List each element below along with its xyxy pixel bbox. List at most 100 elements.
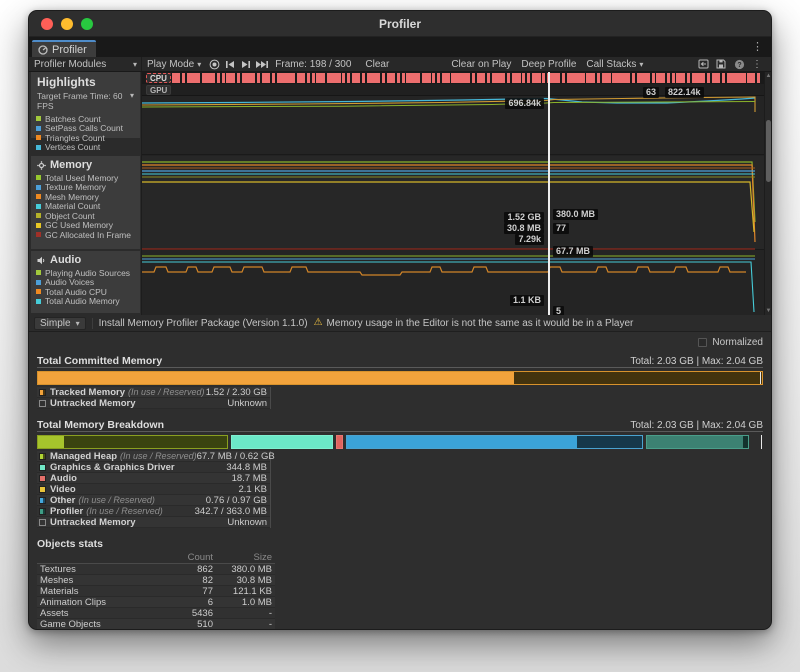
module-card-audio[interactable]: Audio Playing Audio Sources Audio Voices… bbox=[31, 251, 140, 313]
module-title-audio: Audio bbox=[36, 253, 140, 268]
svg-text:?: ? bbox=[737, 62, 741, 69]
table-row-assets[interactable]: Assets5436- bbox=[37, 608, 275, 619]
committed-memory-bar[interactable] bbox=[37, 371, 763, 385]
annotation-gc-used: 67.7 MB bbox=[553, 246, 593, 257]
legend-item[interactable]: SetPass Calls Count bbox=[36, 124, 140, 134]
profiler-modules-label: Profiler Modules bbox=[34, 59, 106, 70]
legend-swatch bbox=[36, 116, 41, 121]
legend-item[interactable]: Object Count bbox=[36, 211, 140, 221]
legend-item[interactable]: Triangles Count bbox=[36, 133, 140, 143]
table-row-animation-clips[interactable]: Animation Clips61.0 MB bbox=[37, 597, 275, 608]
objects-stats-title: Objects stats bbox=[37, 538, 275, 552]
module-card-highlights[interactable]: Highlights Target Frame Time: 60 FPS ▾ B… bbox=[31, 72, 140, 138]
current-frame-button[interactable] bbox=[254, 57, 270, 71]
legend-item[interactable]: GC Used Memory bbox=[36, 221, 140, 231]
memory-details-panel: Normalized Total Committed Memory Total:… bbox=[29, 332, 771, 630]
legend-item[interactable]: Material Count bbox=[36, 202, 140, 212]
legend-row-untracked[interactable]: Untracked Memory Unknown bbox=[37, 517, 270, 528]
next-frame-button[interactable] bbox=[238, 57, 254, 71]
segment-graphics[interactable] bbox=[231, 435, 333, 449]
legend-item[interactable]: Vertices Count bbox=[36, 143, 140, 153]
annotation-object-count: 7.29k bbox=[515, 234, 544, 245]
tracked-swatch bbox=[39, 389, 46, 396]
tab-menu-icon[interactable]: ⋮ bbox=[752, 40, 763, 53]
save-profile-icon[interactable] bbox=[713, 59, 729, 69]
segment-other[interactable] bbox=[346, 435, 643, 449]
legend-item[interactable]: GC Allocated In Frame bbox=[36, 230, 140, 240]
legend-item[interactable]: Mesh Memory bbox=[36, 192, 140, 202]
legend-item[interactable]: Total Audio Memory bbox=[36, 297, 140, 307]
target-frame-time-dropdown[interactable]: Target Frame Time: 60 FPS ▾ bbox=[36, 91, 140, 114]
legend-item[interactable]: Batches Count bbox=[36, 114, 140, 124]
committed-legend: Tracked Memory (In use / Reserved) 1.52 … bbox=[37, 387, 271, 409]
module-card-memory[interactable]: Memory Total Used Memory Texture Memory … bbox=[31, 156, 140, 249]
annotation-material-count: 77 bbox=[553, 223, 569, 234]
segment-audio[interactable] bbox=[336, 435, 343, 449]
install-memory-profiler-link[interactable]: Install Memory Profiler Package (Version… bbox=[99, 318, 308, 329]
legend-swatch bbox=[36, 280, 41, 285]
warning-icon: ⚠ bbox=[314, 318, 323, 328]
profiler-modules-dropdown[interactable]: Profiler Modules ▾ bbox=[29, 57, 142, 71]
chart-lines bbox=[142, 72, 759, 315]
committed-section-header: Total Committed Memory Total: 2.03 GB | … bbox=[37, 353, 763, 368]
profiler-gauge-icon bbox=[38, 45, 48, 55]
tab-label: Profiler bbox=[52, 44, 87, 56]
legend-swatch bbox=[36, 232, 41, 237]
clear-button[interactable]: Clear bbox=[360, 57, 394, 71]
play-mode-dropdown[interactable]: Play Mode ▾ bbox=[142, 57, 206, 71]
normalized-label: Normalized bbox=[712, 337, 763, 348]
record-button[interactable] bbox=[206, 57, 222, 71]
legend-item[interactable]: Total Audio CPU bbox=[36, 287, 140, 297]
scrollbar-thumb[interactable] bbox=[766, 120, 771, 182]
breakdown-section-header: Total Memory Breakdown Total: 2.03 GB | … bbox=[37, 417, 763, 432]
scroll-up-icon[interactable]: ▲ bbox=[765, 73, 771, 79]
call-stacks-dropdown[interactable]: Call Stacks ▾ bbox=[581, 57, 648, 71]
legend-swatch bbox=[36, 204, 41, 209]
scroll-down-icon[interactable]: ▼ bbox=[765, 308, 771, 314]
window-title: Profiler bbox=[29, 17, 771, 31]
legend-item[interactable]: Audio Voices bbox=[36, 278, 140, 288]
table-row-textures[interactable]: Textures862380.0 MB bbox=[37, 564, 275, 575]
legend-item[interactable]: Playing Audio Sources bbox=[36, 268, 140, 278]
divider bbox=[92, 318, 93, 329]
annotation-audio-sources: 5 bbox=[553, 306, 564, 315]
clear-on-play-toggle[interactable]: Clear on Play bbox=[446, 57, 516, 71]
legend-row-graphics[interactable]: Graphics & Graphics Driver 344.8 MB bbox=[37, 462, 270, 473]
legend-swatch bbox=[36, 213, 41, 218]
table-row-materials[interactable]: Materials77121.1 KB bbox=[37, 586, 275, 597]
detail-view-dropdown[interactable]: Simple ▾ bbox=[34, 317, 86, 330]
segment-profiler[interactable] bbox=[646, 435, 749, 449]
legend-row-tracked[interactable]: Tracked Memory (In use / Reserved) 1.52 … bbox=[37, 387, 270, 398]
committed-in-use-fill bbox=[38, 372, 514, 384]
legend-item[interactable]: Total Used Memory bbox=[36, 173, 140, 183]
table-row-meshes[interactable]: Meshes8230.8 MB bbox=[37, 575, 275, 586]
legend-swatch bbox=[36, 194, 41, 199]
legend-row-other[interactable]: Other (In use / Reserved) 0.76 / 0.97 GB bbox=[37, 495, 270, 506]
legend-row-video[interactable]: Video 2.1 KB bbox=[37, 484, 270, 495]
load-profile-icon[interactable] bbox=[695, 59, 711, 69]
legend-swatch bbox=[36, 126, 41, 131]
legend-row-managed-heap[interactable]: Managed Heap (In use / Reserved) 67.7 MB… bbox=[37, 451, 270, 462]
memory-gear-icon bbox=[37, 161, 46, 170]
selected-frame-line[interactable] bbox=[548, 72, 550, 315]
legend-row-profiler[interactable]: Profiler (In use / Reserved) 342.7 / 363… bbox=[37, 506, 270, 517]
chevron-down-icon: ▾ bbox=[76, 319, 80, 328]
prev-frame-button[interactable] bbox=[222, 57, 238, 71]
tab-profiler[interactable]: Profiler bbox=[32, 40, 96, 57]
table-row-game-objects[interactable]: Game Objects510- bbox=[37, 619, 275, 630]
help-icon[interactable]: ? bbox=[731, 59, 747, 70]
chevron-down-icon: ▾ bbox=[639, 60, 643, 69]
chart-scrollbar[interactable]: ▲ ▼ bbox=[764, 72, 771, 315]
segment-managed-heap[interactable] bbox=[37, 435, 228, 449]
profiler-toolbar: Profiler Modules ▾ Play Mode ▾ Frame: 19… bbox=[29, 57, 771, 72]
annotation-batches: 63 bbox=[643, 87, 659, 98]
legend-item[interactable]: Texture Memory bbox=[36, 183, 140, 193]
deep-profile-toggle[interactable]: Deep Profile bbox=[516, 57, 581, 71]
max-marker bbox=[761, 435, 762, 449]
legend-row-audio[interactable]: Audio 18.7 MB bbox=[37, 473, 270, 484]
breakdown-memory-bar bbox=[37, 435, 763, 449]
legend-row-untracked[interactable]: Untracked Memory Unknown bbox=[37, 398, 270, 409]
toolbar-menu-icon[interactable]: ⋮ bbox=[749, 59, 765, 70]
titlebar: Profiler bbox=[29, 11, 771, 37]
normalized-checkbox[interactable] bbox=[698, 338, 707, 347]
